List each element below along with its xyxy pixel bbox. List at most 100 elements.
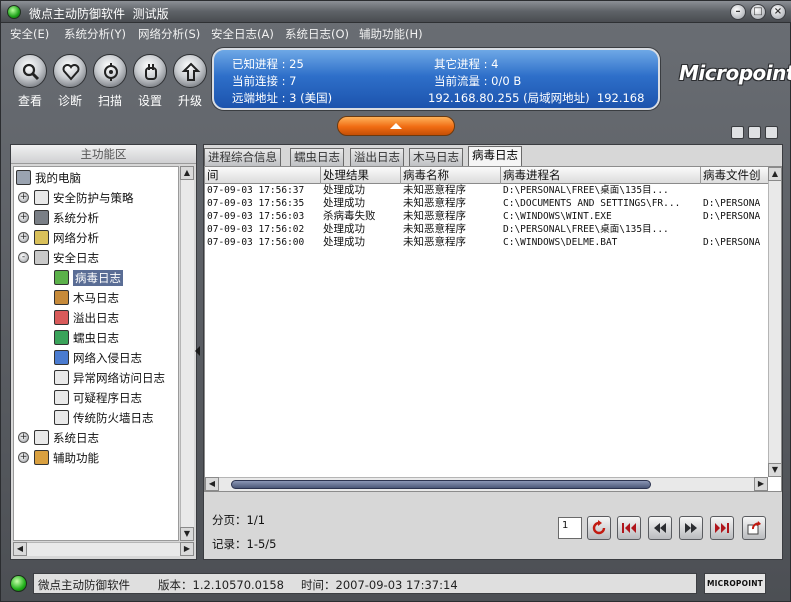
upgrade-button[interactable] <box>173 54 207 88</box>
next-page-button[interactable] <box>679 516 703 540</box>
splitter-arrow-icon[interactable] <box>195 346 200 356</box>
record-indicator: 记录：1-5/5 <box>212 537 277 551</box>
tree-item[interactable]: 木马日志 <box>14 288 178 307</box>
first-page-button[interactable] <box>617 516 641 540</box>
expand-icon[interactable]: + <box>18 232 29 243</box>
window-title: 微点主动防御软件 测试版 <box>29 7 169 21</box>
table-cell: C:\WINDOWS\WINT.EXE <box>503 211 612 222</box>
table-cell: 处理成功 <box>323 223 365 235</box>
column-virus-process[interactable]: 病毒进程名 <box>501 167 701 184</box>
menu-security[interactable]: 安全(E) <box>10 26 49 42</box>
table-row[interactable]: 07-09-03 17:56:37 处理成功 未知恶意程序 D:\PERSONAL\F… <box>205 184 771 197</box>
tree-item-label: 安全日志 <box>53 251 99 265</box>
status-version: 版本：1.2.10570.0158 <box>158 578 284 592</box>
table-cell: C:\DOCUMENTS AND SETTINGS\FR... <box>503 198 681 209</box>
tree-vertical-scrollbar[interactable]: ▲ ▼ <box>180 166 194 541</box>
tree-item[interactable]: + 网络分析 <box>14 228 178 247</box>
tree-item[interactable]: 可疑程序日志 <box>14 388 178 407</box>
refresh-button[interactable] <box>587 516 611 540</box>
scan-button[interactable] <box>93 54 127 88</box>
tab-process-info[interactable]: 进程综合信息 <box>204 148 281 166</box>
menu-system-log[interactable]: 系统日志(O) <box>285 26 349 42</box>
table-row[interactable]: 07-09-03 17:56:02 处理成功 未知恶意程序 D:\PERSONAL\F… <box>205 223 771 236</box>
magnifier-icon <box>22 63 40 81</box>
panel-close-button[interactable] <box>765 126 778 139</box>
table-scroll-left-arrow-icon[interactable]: ◀ <box>205 477 219 491</box>
tree-item[interactable]: 病毒日志 <box>14 268 178 287</box>
previous-page-icon <box>654 523 666 533</box>
scroll-down-arrow-icon[interactable]: ▼ <box>180 527 194 541</box>
column-result[interactable]: 处理结果 <box>321 167 401 184</box>
expand-icon[interactable]: + <box>18 432 29 443</box>
minimize-button[interactable]: – <box>730 4 746 20</box>
table-row[interactable]: 07-09-03 17:56:00 处理成功 未知恶意程序 C:\WINDOWS\DE… <box>205 236 771 249</box>
tree-item[interactable]: + 辅助功能 <box>14 448 178 467</box>
table-scroll-up-arrow-icon[interactable]: ▲ <box>768 167 781 181</box>
collapse-icon[interactable]: - <box>18 252 29 263</box>
menu-security-log[interactable]: 安全日志(A) <box>211 26 274 42</box>
tree-item[interactable]: 网络入侵日志 <box>14 348 178 367</box>
settings-button[interactable] <box>133 54 167 88</box>
scroll-left-arrow-icon[interactable]: ◀ <box>13 542 27 556</box>
table-cell: 杀病毒失败 <box>323 210 376 222</box>
monitor-icon <box>34 210 49 225</box>
tab-overflow-log[interactable]: 溢出日志 <box>350 148 404 166</box>
menu-network-analysis[interactable]: 网络分析(S) <box>138 26 200 42</box>
table-scroll-down-arrow-icon[interactable]: ▼ <box>768 463 781 477</box>
tree-item[interactable]: 溢出日志 <box>14 308 178 327</box>
table-vertical-scrollbar[interactable]: ▲ ▼ <box>768 167 781 477</box>
tree-horizontal-scrollbar[interactable]: ◀ ▶ <box>13 542 194 556</box>
tree-item[interactable]: 传统防火墙日志 <box>14 408 178 427</box>
table-scroll-right-arrow-icon[interactable]: ▶ <box>754 477 768 491</box>
table-cell: D:\PERSONA <box>703 211 761 222</box>
panel-view-button[interactable] <box>731 126 744 139</box>
table-row[interactable]: 07-09-03 17:56:35 处理成功 未知恶意程序 C:\DOCUMENTS … <box>205 197 771 210</box>
tree-item[interactable]: + 系统分析 <box>14 208 178 227</box>
tree-item[interactable]: 异常网络访问日志 <box>14 368 178 387</box>
page-number-input[interactable]: 1 <box>558 517 582 539</box>
app-status-led-icon <box>7 5 21 19</box>
tree-item[interactable]: - 安全日志 <box>14 248 178 267</box>
previous-page-button[interactable] <box>648 516 672 540</box>
table-cell: D:\PERSONA <box>703 198 761 209</box>
tree-item[interactable]: + 安全防护与策略 <box>14 188 178 207</box>
current-traffic: 当前流量 : 0/0 B <box>434 74 522 88</box>
status-time: 时间：2007-09-03 17:37:14 <box>301 578 458 592</box>
known-processes: 已知进程 : 25 <box>232 57 304 71</box>
tree-item-label: 系统分析 <box>53 211 99 225</box>
tab-worm-log[interactable]: 蠕虫日志 <box>290 148 344 166</box>
menu-auxiliary[interactable]: 辅助功能(H) <box>359 26 423 42</box>
expand-icon[interactable]: + <box>18 192 29 203</box>
tree-item[interactable]: 蠕虫日志 <box>14 328 178 347</box>
table-scroll-thumb[interactable] <box>231 480 651 489</box>
expand-icon[interactable]: + <box>18 212 29 223</box>
diagnose-label: 诊断 <box>57 94 82 108</box>
collapse-toolbar-button[interactable] <box>337 116 455 136</box>
column-virus-name[interactable]: 病毒名称 <box>401 167 501 184</box>
maximize-button[interactable]: □ <box>750 4 766 20</box>
virus-icon <box>54 270 69 285</box>
diagnose-button[interactable] <box>53 54 87 88</box>
table-horizontal-scrollbar[interactable]: ◀ ▶ <box>205 477 768 491</box>
tree-item[interactable]: 我的电脑 <box>14 168 178 187</box>
last-page-button[interactable] <box>710 516 734 540</box>
column-virus-file[interactable]: 病毒文件创 <box>701 167 771 184</box>
remote-address: 远端地址 : 3 (美国) <box>232 91 333 105</box>
tree-item-label: 溢出日志 <box>73 311 119 325</box>
table-cell: 07-09-03 17:56:00 <box>207 237 305 248</box>
table-row[interactable]: 07-09-03 17:56:03 杀病毒失败 未知恶意程序 C:\WINDOWS\W… <box>205 210 771 223</box>
panel-restore-button[interactable] <box>748 126 761 139</box>
scroll-right-arrow-icon[interactable]: ▶ <box>180 542 194 556</box>
tree-item[interactable]: + 系统日志 <box>14 428 178 447</box>
tab-virus-log[interactable]: 病毒日志 <box>468 146 522 167</box>
view-label: 查看 <box>17 94 42 108</box>
tab-trojan-log[interactable]: 木马日志 <box>409 148 463 166</box>
close-button[interactable]: × <box>770 4 786 20</box>
menu-system-analysis[interactable]: 系统分析(Y) <box>64 26 126 42</box>
view-button[interactable] <box>13 54 47 88</box>
export-button[interactable] <box>742 516 766 540</box>
scroll-up-arrow-icon[interactable]: ▲ <box>180 166 194 180</box>
expand-icon[interactable]: + <box>18 452 29 463</box>
status-app-name: 微点主动防御软件 <box>38 578 130 592</box>
column-time[interactable]: 间 <box>205 167 321 184</box>
